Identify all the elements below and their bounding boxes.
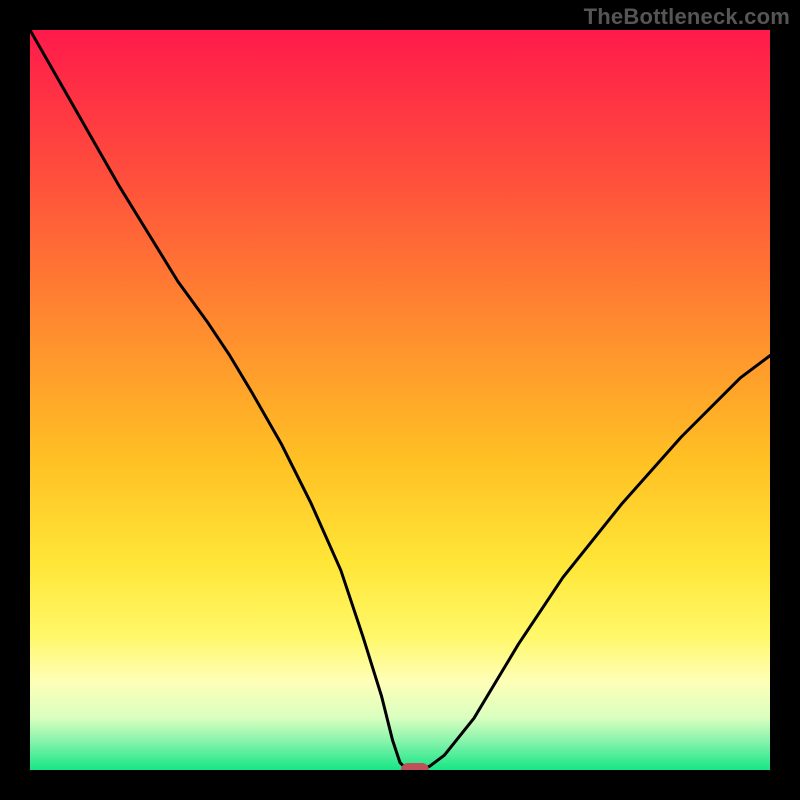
- plot-svg: [30, 30, 770, 770]
- plot-area: [30, 30, 770, 770]
- watermark-text: TheBottleneck.com: [584, 4, 790, 30]
- optimal-marker: [401, 763, 429, 770]
- gradient-background: [30, 30, 770, 770]
- chart-frame: TheBottleneck.com: [0, 0, 800, 800]
